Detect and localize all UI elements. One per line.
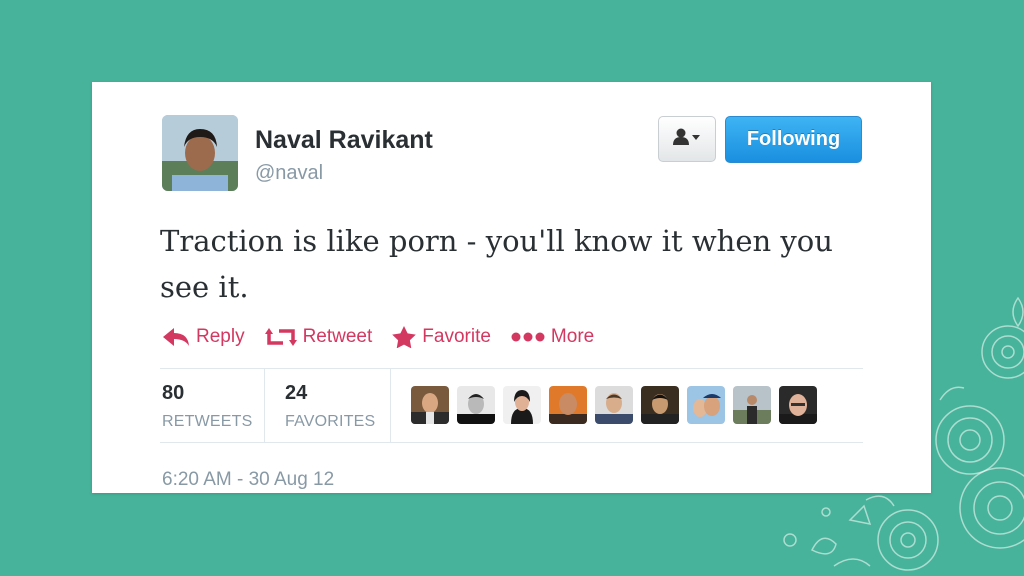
favoriter-avatar[interactable] <box>779 386 817 424</box>
favoriter-avatar[interactable] <box>641 386 679 424</box>
reply-label: Reply <box>196 326 245 347</box>
tweet-timestamp[interactable]: 6:20 AM - 30 Aug 12 <box>162 469 334 491</box>
favoriter-avatar[interactable] <box>549 386 587 424</box>
favorites-label: FAVORITES <box>285 413 376 430</box>
stats-top-divider <box>160 368 863 369</box>
retweet-label: Retweet <box>302 326 373 347</box>
stats-separator <box>390 369 391 443</box>
favoriter-avatar[interactable] <box>503 386 541 424</box>
favoriter-avatar[interactable] <box>733 386 771 424</box>
retweet-action[interactable]: Retweet <box>264 326 373 348</box>
stats-separator <box>264 369 265 443</box>
more-label: More <box>550 326 595 347</box>
retweets-count: 80 <box>162 382 185 404</box>
favorite-label: Favorite <box>422 326 491 347</box>
tweet-actions: Reply Retweet Favorite More <box>162 322 614 352</box>
user-actions-dropdown[interactable] <box>658 116 716 162</box>
retweets-label: RETWEETS <box>162 413 253 430</box>
favoriter-avatar[interactable] <box>411 386 449 424</box>
profile-avatar[interactable] <box>162 115 238 191</box>
display-name[interactable]: Naval Ravikant <box>255 126 433 155</box>
more-dots-icon <box>511 331 545 343</box>
following-button[interactable]: Following <box>725 116 862 163</box>
favorites-stat[interactable]: 24 FAVORITES <box>285 382 375 431</box>
reply-icon <box>162 327 190 347</box>
favoriter-avatar[interactable] <box>457 386 495 424</box>
screen-name[interactable]: @naval <box>255 162 323 185</box>
star-icon <box>392 326 417 348</box>
person-icon <box>672 128 702 151</box>
more-action[interactable]: More <box>511 326 594 348</box>
favoriter-avatar[interactable] <box>687 386 725 424</box>
favorite-action[interactable]: Favorite <box>392 326 491 348</box>
tweet-text: Traction is like porn - you'll know it w… <box>160 224 833 304</box>
tweet-card: Naval Ravikant @naval Following Traction… <box>92 82 931 493</box>
favorites-count: 24 <box>285 382 308 404</box>
retweets-stat[interactable]: 80 RETWEETS <box>162 382 253 431</box>
retweet-icon <box>264 327 297 347</box>
favoriters-avatars <box>411 386 825 424</box>
reply-action[interactable]: Reply <box>162 326 245 348</box>
favoriter-avatar[interactable] <box>595 386 633 424</box>
stats-bottom-divider <box>160 442 863 443</box>
